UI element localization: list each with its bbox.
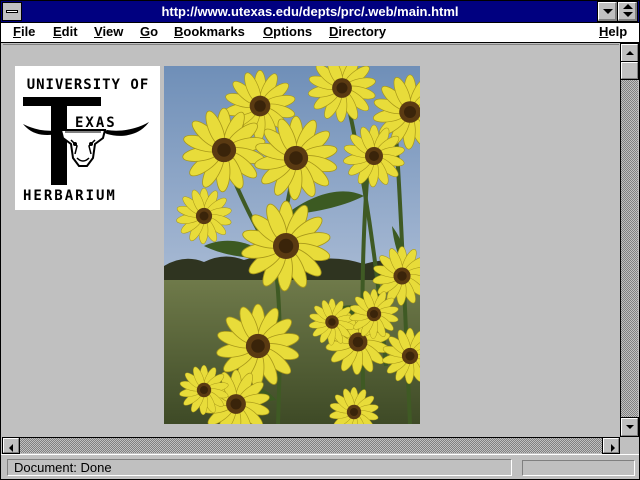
- system-menu-icon: [6, 10, 18, 13]
- logo-exas-text: EXAS: [75, 115, 117, 131]
- menu-view[interactable]: View: [94, 24, 123, 39]
- title-bar[interactable]: http://www.utexas.edu/depts/prc/.web/mai…: [1, 1, 639, 23]
- browser-window: http://www.utexas.edu/depts/prc/.web/mai…: [0, 0, 640, 480]
- maximize-button[interactable]: [617, 1, 638, 22]
- menu-options-mnemonic: O: [263, 24, 274, 39]
- menu-help[interactable]: Help: [599, 24, 627, 39]
- document-content: UNIVERSITY OF EXAS HERBARIUM: [3, 44, 619, 436]
- scroll-down-button[interactable]: [620, 417, 639, 437]
- logo-herbarium-text: HERBARIUM: [23, 188, 117, 204]
- menu-options[interactable]: Options: [263, 24, 312, 39]
- arrow-left-icon: [9, 444, 13, 452]
- menu-edit-mnemonic: E: [53, 24, 62, 39]
- menu-bookmarks-label: ookmarks: [183, 24, 245, 39]
- menu-options-label: ptions: [273, 24, 313, 39]
- horizontal-scrollbar[interactable]: [2, 437, 620, 454]
- status-bar: Document: Done: [1, 454, 639, 479]
- menu-edit-label: dit: [61, 24, 78, 39]
- restore-up-icon: [623, 4, 633, 9]
- scrollbar-corner: [620, 437, 638, 453]
- menu-view-label: iew: [102, 24, 124, 39]
- herbarium-logo[interactable]: UNIVERSITY OF EXAS HERBARIUM: [15, 66, 160, 210]
- minimize-button[interactable]: [597, 1, 618, 22]
- menu-bar: File Edit View Go Bookmarks Options Dire…: [1, 23, 639, 43]
- system-menu-button[interactable]: [2, 2, 22, 21]
- menu-directory-label: irectory: [338, 24, 387, 39]
- minimize-icon: [603, 9, 613, 14]
- scroll-left-button[interactable]: [2, 437, 20, 454]
- menu-directory-mnemonic: D: [329, 24, 339, 39]
- vertical-scroll-track[interactable]: [621, 62, 638, 418]
- logo-t-stem: [51, 97, 67, 185]
- logo-university-text: UNIVERSITY OF: [27, 77, 150, 93]
- vertical-scrollbar[interactable]: [620, 43, 639, 437]
- scroll-up-button[interactable]: [620, 43, 639, 63]
- menu-go[interactable]: Go: [140, 24, 158, 39]
- menu-go-label: o: [150, 24, 159, 39]
- menu-help-mnemonic: H: [599, 24, 609, 39]
- sunflower-photo: [164, 66, 420, 424]
- menu-file[interactable]: File: [13, 24, 35, 39]
- scroll-right-button[interactable]: [602, 437, 620, 454]
- menu-file-mnemonic: F: [13, 24, 21, 39]
- menu-help-label: elp: [608, 24, 628, 39]
- menu-bookmarks[interactable]: Bookmarks: [174, 24, 245, 39]
- vertical-scroll-thumb[interactable]: [620, 61, 639, 80]
- restore-down-icon: [623, 12, 633, 17]
- horizontal-scroll-track[interactable]: [20, 438, 602, 453]
- arrow-down-icon: [626, 425, 634, 429]
- arrow-up-icon: [626, 51, 634, 55]
- arrow-right-icon: [611, 444, 615, 452]
- progress-indicator: [522, 460, 635, 476]
- herbarium-logo-graphic: UNIVERSITY OF EXAS HERBARIUM: [15, 66, 160, 210]
- menu-file-label: ile: [20, 24, 36, 39]
- menu-go-mnemonic: G: [140, 24, 151, 39]
- sunflower-photo-graphic: [164, 66, 420, 424]
- menu-bookmarks-mnemonic: B: [174, 24, 184, 39]
- window-title: http://www.utexas.edu/depts/prc/.web/mai…: [161, 4, 459, 19]
- menu-directory[interactable]: Directory: [329, 24, 386, 39]
- menu-edit[interactable]: Edit: [53, 24, 78, 39]
- status-text: Document: Done: [7, 459, 512, 476]
